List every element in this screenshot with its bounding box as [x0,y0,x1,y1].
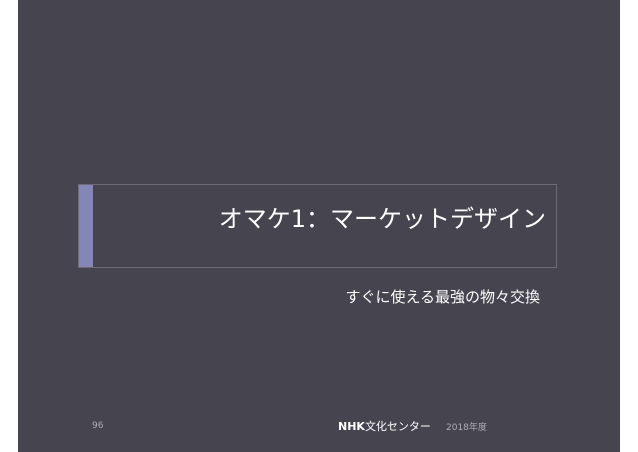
footer-org-name: 文化センター [364,420,431,433]
slide-title: オマケ1：マーケットデザイン [218,205,546,233]
footer-year: 2018年度 [446,423,487,433]
footer-brand: NHK [338,420,365,433]
accent-bar [79,185,93,267]
slide: オマケ1：マーケットデザイン すぐに使える最強の物々交換 96 NHK文化センタ… [18,0,620,452]
slide-subtitle: すぐに使える最強の物々交換 [345,288,540,306]
page-number: 96 [92,421,104,431]
page: オマケ1：マーケットデザイン すぐに使える最強の物々交換 96 NHK文化センタ… [0,0,638,452]
title-box: オマケ1：マーケットデザイン [78,184,557,268]
footer-organization: NHK文化センター [338,418,431,434]
